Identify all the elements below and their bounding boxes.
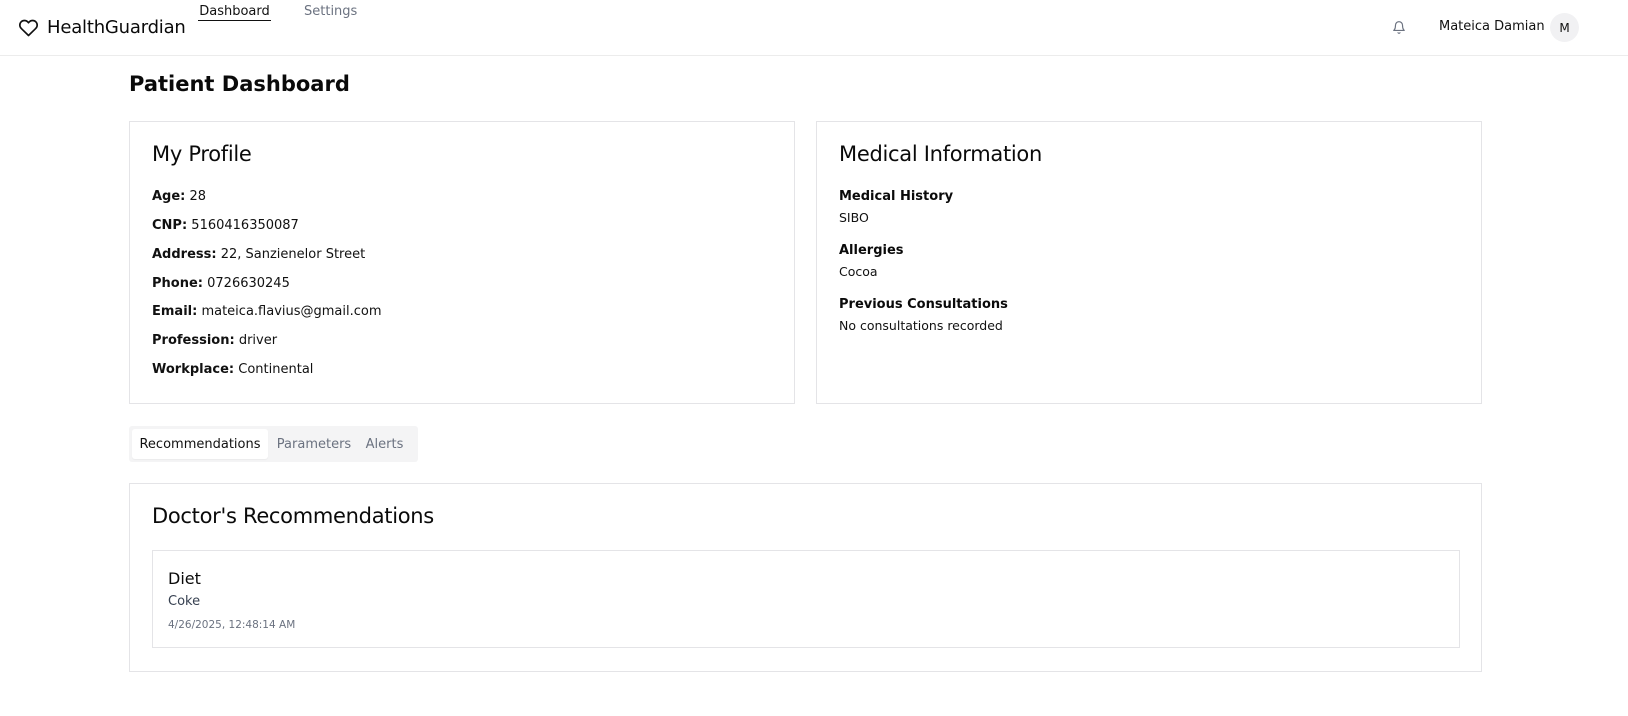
nav-link-dashboard[interactable]: Dashboard [198, 4, 271, 21]
field-value: mateica.flavius@gmail.com [201, 304, 382, 319]
profile-card-title: My Profile [152, 142, 252, 166]
field-label: Profession: [152, 333, 235, 348]
profile-cnp: CNP: 5160416350087 [152, 218, 299, 233]
medical-info-card: Medical Information Medical History SIBO… [816, 121, 1482, 404]
medical-history-label: Medical History [839, 189, 954, 204]
field-value: driver [238, 333, 278, 348]
field-value: 22, Sanzienelor Street [220, 247, 366, 262]
nav-link-settings[interactable]: Settings [304, 4, 357, 20]
field-label: Phone: [152, 276, 203, 291]
brand-name: HealthGuardian [47, 17, 186, 38]
profile-address: Address: 22, Sanzienelor Street [152, 247, 365, 262]
field-value: 5160416350087 [191, 218, 299, 233]
tab-recommendations[interactable]: Recommendations [132, 429, 268, 459]
recommendation-item: Diet Coke 4/26/2025, 12:48:14 AM [152, 550, 1460, 648]
allergies-value: Cocoa [839, 264, 878, 279]
recommendation-timestamp: 4/26/2025, 12:48:14 AM [168, 619, 296, 631]
tab-alerts[interactable]: Alerts [362, 429, 407, 459]
medical-history-value: SIBO [839, 210, 869, 225]
avatar[interactable]: M [1550, 13, 1579, 42]
bell-icon[interactable] [1392, 20, 1406, 39]
heart-icon [18, 18, 39, 38]
previous-consultations-value: No consultations recorded [839, 318, 1003, 333]
field-value: Continental [238, 362, 314, 377]
medical-card-title: Medical Information [839, 142, 1042, 166]
allergies-label: Allergies [839, 243, 904, 258]
profile-card: My Profile Age: 28 CNP: 5160416350087 Ad… [129, 121, 795, 404]
recommendation-type: Diet [168, 569, 201, 588]
field-label: CNP: [152, 218, 188, 233]
page-title: Patient Dashboard [129, 72, 350, 96]
recommendations-title: Doctor's Recommendations [152, 504, 434, 528]
dashboard-tabs: Recommendations Parameters Alerts [129, 426, 418, 462]
field-value: 0726630245 [207, 276, 290, 291]
previous-consultations-label: Previous Consultations [839, 297, 1008, 312]
recommendation-text: Coke [168, 594, 201, 609]
user-name[interactable]: Mateica Damian [1439, 19, 1545, 34]
brand-logo[interactable]: HealthGuardian [18, 17, 186, 38]
field-label: Workplace: [152, 362, 235, 377]
field-value: 28 [189, 189, 207, 204]
top-navbar: HealthGuardian Dashboard Settings Mateic… [0, 0, 1628, 56]
profile-email: Email: mateica.flavius@gmail.com [152, 304, 382, 319]
field-label: Email: [152, 304, 198, 319]
field-label: Age: [152, 189, 186, 204]
profile-profession: Profession: driver [152, 333, 277, 348]
field-label: Address: [152, 247, 217, 262]
recommendations-card: Doctor's Recommendations Diet Coke 4/26/… [129, 483, 1482, 672]
tab-parameters[interactable]: Parameters [275, 429, 353, 459]
profile-workplace: Workplace: Continental [152, 362, 313, 377]
profile-phone: Phone: 0726630245 [152, 276, 290, 291]
profile-age: Age: 28 [152, 189, 206, 204]
